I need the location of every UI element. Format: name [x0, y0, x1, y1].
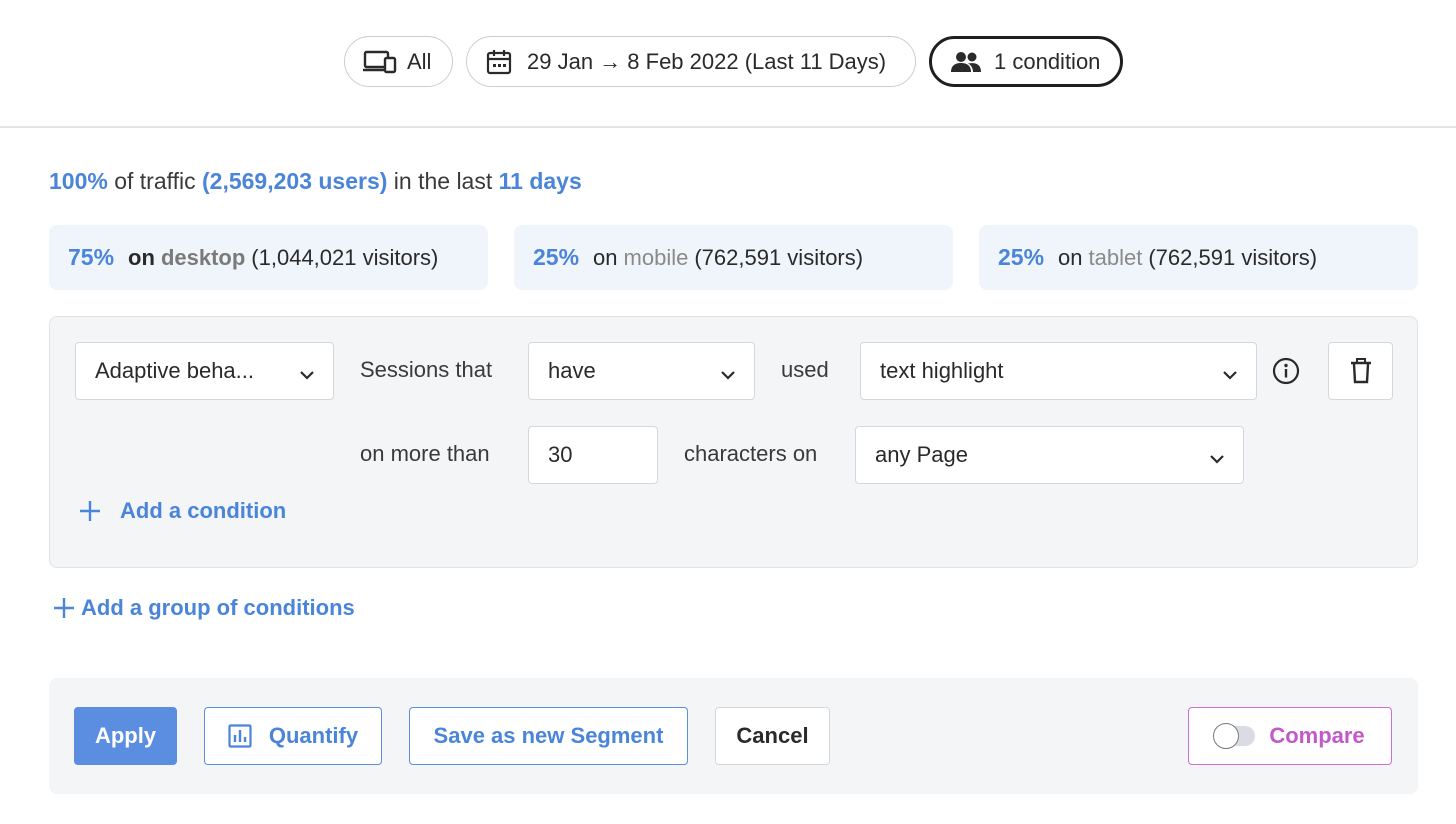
compare-toggle-button[interactable]: Compare: [1188, 707, 1392, 765]
device-stat-visitors: (1,044,021 visitors): [251, 244, 439, 270]
chevron-down-icon: [1222, 363, 1238, 389]
compare-label: Compare: [1269, 723, 1365, 748]
on-more-than-label: on more than: [360, 441, 490, 466]
condition-verb-select[interactable]: have: [528, 342, 755, 400]
traffic-period-text: in the last: [393, 168, 493, 194]
add-condition-link[interactable]: Add a condition: [79, 498, 286, 524]
condition-page-value: any Page: [875, 442, 968, 467]
add-group-label: Add a group of conditions: [81, 595, 355, 620]
chevron-down-icon: [299, 363, 315, 389]
device-stat-on: on: [128, 244, 155, 270]
device-stat-desktop: 75% on desktop (1,044,021 visitors): [49, 225, 488, 290]
device-stat-percent: 25%: [998, 244, 1045, 270]
cancel-button[interactable]: Cancel: [715, 707, 830, 765]
add-group-link[interactable]: Add a group of conditions: [53, 595, 355, 621]
condition-threshold-value: 30: [548, 442, 573, 467]
condition-group: Adaptive beha... Sessions that have used…: [49, 316, 1418, 568]
condition-category-select[interactable]: Adaptive beha...: [75, 342, 334, 400]
device-stat-percent: 75%: [68, 244, 115, 270]
device-stat-name: desktop: [160, 244, 246, 270]
plus-icon: [53, 597, 75, 619]
delete-condition-button[interactable]: [1328, 342, 1393, 400]
apply-button[interactable]: Apply: [74, 707, 177, 765]
device-stat-visitors: (762,591 visitors): [694, 244, 864, 270]
used-label: used: [781, 357, 829, 382]
characters-on-label: characters on: [684, 441, 818, 466]
device-stat-on: on: [593, 244, 618, 270]
trash-icon: [1350, 358, 1372, 384]
device-stat-visitors: (762,591 visitors): [1148, 244, 1318, 270]
quantify-button[interactable]: Quantify: [204, 707, 382, 765]
plus-icon: [79, 500, 101, 522]
condition-feature-select[interactable]: text highlight: [860, 342, 1257, 400]
devices-icon: [363, 49, 397, 75]
device-stat-on: on: [1058, 244, 1083, 270]
traffic-users: (2,569,203 users): [202, 168, 388, 194]
quantify-label: Quantify: [268, 723, 359, 748]
segment-conditions-button[interactable]: 1 condition: [929, 36, 1123, 87]
device-filter-label: All: [407, 48, 432, 74]
device-stat-tablet: 25% on tablet (762,591 visitors): [979, 225, 1418, 290]
chevron-down-icon: [1209, 447, 1225, 473]
traffic-percent: 100%: [49, 168, 108, 194]
traffic-text: of traffic: [114, 168, 196, 194]
add-condition-label: Add a condition: [120, 498, 287, 523]
calendar-icon: [485, 48, 513, 76]
save-segment-button[interactable]: Save as new Segment: [409, 707, 688, 765]
device-stat-name: tablet: [1088, 244, 1143, 270]
info-icon[interactable]: [1272, 357, 1300, 385]
condition-feature-value: text highlight: [880, 358, 1004, 383]
chevron-down-icon: [720, 363, 736, 389]
sessions-that-label: Sessions that: [360, 357, 493, 382]
action-bar: Apply Quantify Save as new Segment Cance…: [49, 678, 1418, 794]
chart-icon: [228, 724, 252, 748]
device-filter-button[interactable]: All: [344, 36, 453, 87]
device-stat-percent: 25%: [533, 244, 580, 270]
date-range-button[interactable]: 29 Jan → 8 Feb 2022 (Last 11 Days): [466, 36, 916, 87]
condition-threshold-input[interactable]: 30: [528, 426, 658, 484]
segment-conditions-label: 1 condition: [994, 48, 1101, 74]
filter-bar: All 29 Jan → 8 Feb 2022 (Last 11 Days) 1…: [0, 0, 1456, 128]
traffic-summary: 100% of traffic (2,569,203 users) in the…: [49, 168, 582, 195]
device-stat-mobile: 25% on mobile (762,591 visitors): [514, 225, 953, 290]
condition-category-value: Adaptive beha...: [95, 358, 255, 383]
condition-verb-value: have: [548, 358, 596, 383]
condition-page-select[interactable]: any Page: [855, 426, 1244, 484]
toggle-knob: [1213, 723, 1240, 749]
date-range-label: 29 Jan → 8 Feb 2022 (Last 11 Days): [527, 48, 887, 74]
users-icon: [950, 51, 982, 73]
traffic-days: 11 days: [498, 168, 582, 194]
compare-toggle-switch[interactable]: [1213, 723, 1256, 749]
device-stat-name: mobile: [623, 244, 689, 270]
